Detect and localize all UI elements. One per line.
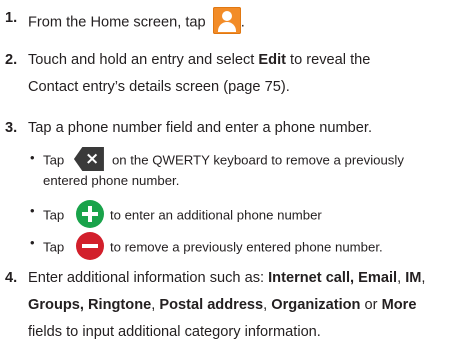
step-2-text: Touch and hold an entry and select [28,52,259,68]
edit-option-label: Edit [258,52,286,68]
contacts-app-icon [212,7,241,34]
bullet-backspace: Tap × on the QWERTY keyboard to remove a … [43,147,404,173]
step-3-line-1: Tap a phone number field and enter a pho… [28,120,373,136]
remove-minus-icon [75,232,104,260]
field-names: Groups, Ringtone [28,297,152,313]
separator: , [397,270,406,286]
step-4-line-3: fields to input additional category info… [28,324,321,340]
step-4-text: Enter additional information such as: [28,270,269,286]
bullet-continuation: entered phone number. [43,173,180,188]
step-2-line-1: Touch and hold an entry and select Edit … [28,51,370,69]
step-2-line-2: Contact entry’s details screen (page 75)… [28,79,290,95]
field-name-im: IM [405,270,422,286]
bullet-remove: Tap to remove a previously entered phone… [43,232,383,262]
bullet-text: to enter an additional phone number [109,207,322,223]
field-names: Internet call, Email [268,270,398,286]
step-1-instruction: From the Home screen, tap [28,14,206,31]
instruction-page: 1. From the Home screen, tap . 2. Touch … [0,0,470,361]
add-plus-icon [75,200,104,228]
bullet-prefix: Tap [43,207,65,223]
backspace-delete-icon: × [73,147,104,171]
bullet-glyph: • [30,235,35,250]
step-2-text: to reveal the [286,52,371,68]
bullet-prefix: Tap [43,152,65,168]
bullet-prefix: Tap [43,239,65,255]
field-name-postal: Postal address [159,297,264,313]
separator: , [421,270,426,286]
bullet-add: Tap to enter an additional phone number [43,200,322,230]
step-4-line-1: Enter additional information such as: In… [28,269,425,287]
separator: or [360,297,382,313]
step-number: 1. [5,10,18,26]
field-name-organization: Organization [271,297,361,313]
step-1-text: From the Home screen, tap . [28,7,245,36]
step-number: 3. [5,120,18,136]
bullet-glyph: • [30,150,35,165]
field-name-more: More [381,297,417,313]
bullet-text: to remove a previously entered phone num… [109,239,383,255]
bullet-glyph: • [30,203,35,218]
bullet-text: on the QWERTY keyboard to remove a previ… [111,152,404,168]
step-4-line-2: Groups, Ringtone, Postal address, Organi… [28,296,416,314]
step-number: 4. [5,270,18,286]
step-1-period: . [240,14,245,31]
step-number: 2. [5,52,18,68]
